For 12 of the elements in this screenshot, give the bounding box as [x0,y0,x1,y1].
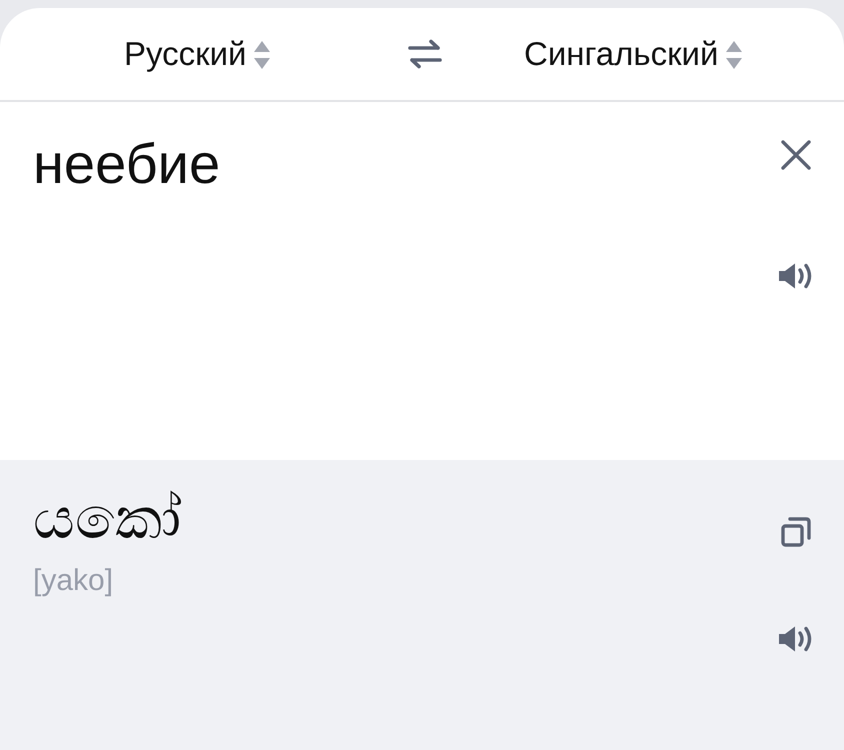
target-language[interactable]: Сингальский [524,35,718,73]
sort-arrows-icon [254,41,270,69]
input-text[interactable]: неебие [33,130,778,460]
source-language[interactable]: Русский [124,35,246,73]
copy-icon[interactable] [781,517,811,547]
swap-icon[interactable] [407,39,443,69]
sort-arrows-icon [726,41,742,69]
transliteration-text: [yako] [33,564,114,598]
translation-text: යකෝ [33,485,181,553]
speaker-icon[interactable] [778,262,814,290]
speaker-icon[interactable] [778,625,814,653]
close-icon[interactable] [781,140,811,170]
